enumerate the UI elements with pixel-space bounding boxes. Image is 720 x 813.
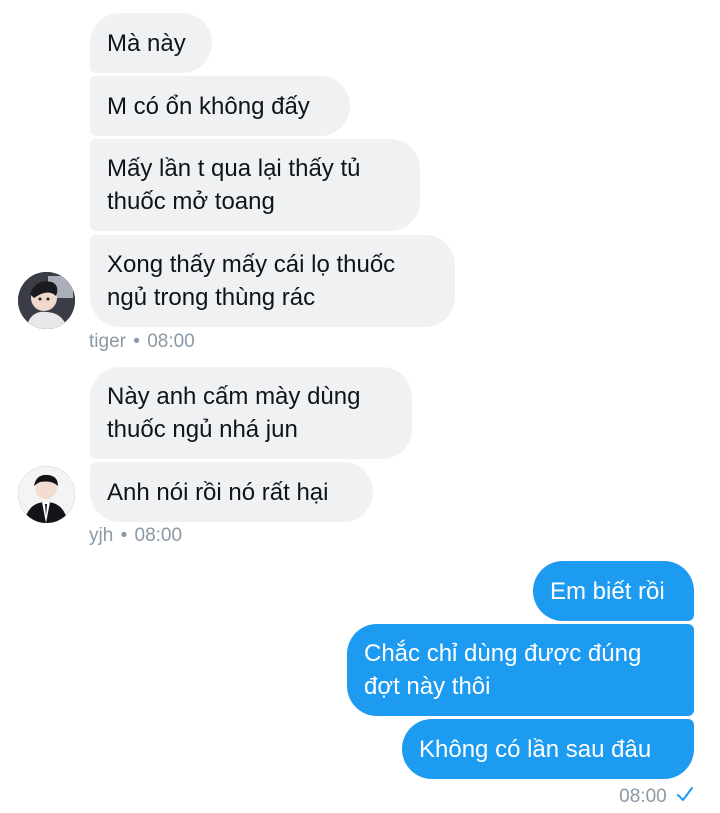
sender-name: tiger — [89, 331, 126, 352]
incoming-message-bubble[interactable]: Xong thấy mấy cái lọ thuốc ngủ trong thù… — [90, 235, 455, 327]
message-text: Em biết rồi — [550, 577, 665, 605]
outgoing-message-bubble[interactable]: Em biết rồi — [533, 561, 694, 621]
message-text: Không có lần sau đâu — [419, 735, 652, 763]
outgoing-message-bubble[interactable]: Không có lần sau đâu — [402, 719, 694, 779]
message-text: Mấy lần t qua lại thấy tủ thuốc mở toang — [107, 155, 361, 215]
message-time: 08:00 — [619, 786, 667, 808]
meta-separator: • — [133, 331, 140, 352]
incoming-message-bubble[interactable]: Mấy lần t qua lại thấy tủ thuốc mở toang — [90, 139, 420, 231]
outgoing-message-bubble[interactable]: Chắc chỉ dùng được đúng đợt này thôi — [347, 624, 694, 716]
avatar-photo-icon — [18, 466, 75, 523]
message-text: Xong thấy mấy cái lọ thuốc ngủ trong thù… — [107, 251, 396, 311]
message-meta: yjh • 08:00 — [89, 525, 182, 547]
message-text: Mà này — [107, 29, 186, 57]
message-time: 08:00 — [147, 331, 195, 352]
incoming-message-bubble[interactable]: M có ổn không đấy — [90, 76, 350, 136]
sender-name: yjh — [89, 525, 114, 546]
message-time: 08:00 — [134, 525, 183, 546]
incoming-message-bubble[interactable]: Này anh cấm mày dùng thuốc ngủ nhá jun — [90, 367, 412, 459]
message-text: M có ổn không đấy — [107, 92, 310, 120]
avatar-tiger[interactable] — [18, 272, 75, 329]
incoming-message-bubble[interactable]: Anh nói rồi nó rất hại — [90, 462, 373, 522]
meta-separator: • — [120, 525, 128, 546]
message-meta: tiger • 08:00 — [89, 331, 195, 353]
message-text: Này anh cấm mày dùng thuốc ngủ nhá jun — [107, 383, 361, 443]
message-meta: 08:00 — [619, 786, 694, 808]
message-text: Chắc chỉ dùng được đúng đợt này thôi — [364, 640, 642, 700]
avatar-yjh[interactable] — [18, 466, 75, 523]
message-text: Anh nói rồi nó rất hại — [107, 478, 329, 506]
avatar-photo-icon — [18, 272, 75, 329]
incoming-message-bubble[interactable]: Mà này — [90, 13, 212, 73]
sent-check-icon — [676, 786, 694, 808]
